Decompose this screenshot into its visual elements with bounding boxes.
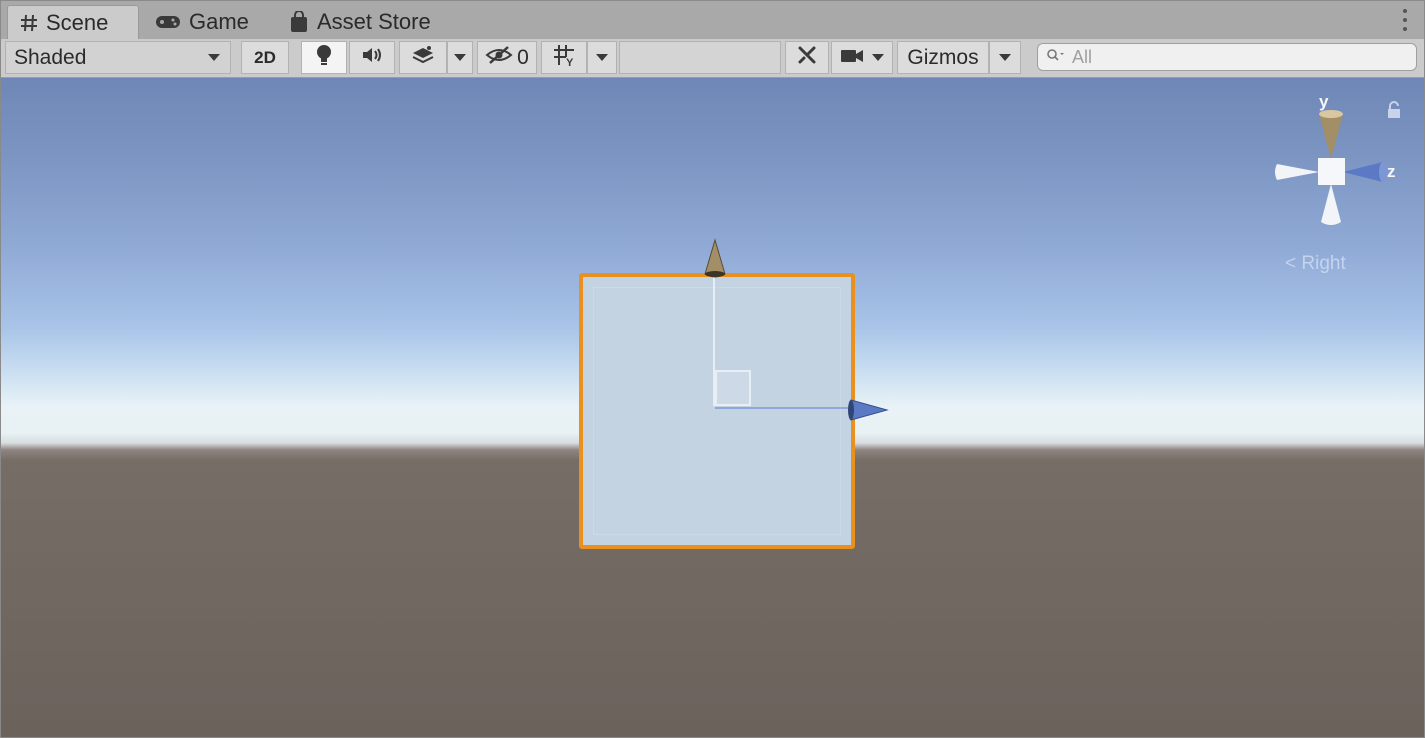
tab-asset-store-label: Asset Store xyxy=(317,9,431,34)
free-move-handle[interactable] xyxy=(715,370,751,406)
shopping-bag-icon xyxy=(289,11,309,33)
effects-dropdown[interactable] xyxy=(447,41,473,74)
tab-asset-store[interactable]: Asset Store xyxy=(289,5,469,39)
scene-viewport[interactable]: y z < Right xyxy=(1,78,1424,737)
x-axis-handle-line xyxy=(715,407,849,409)
draw-mode-value: Shaded xyxy=(14,45,87,69)
tab-game-label: Game xyxy=(189,9,249,34)
gizmos-dropdown[interactable] xyxy=(989,41,1021,74)
speaker-icon xyxy=(360,46,384,70)
layers-effects-icon xyxy=(411,45,435,71)
search-input[interactable] xyxy=(1072,46,1392,68)
scene-window: Scene Game Asset Store Shaded 2D 0 Y Giz… xyxy=(0,0,1425,738)
scene-toolbar: Shaded 2D 0 Y Gizmos All xyxy=(1,39,1424,78)
view-orientation-label[interactable]: < Right xyxy=(1285,253,1346,275)
scene-audio-toggle[interactable] xyxy=(349,41,395,74)
hash-icon xyxy=(20,14,38,32)
2d-mode-label: 2D xyxy=(254,47,276,67)
grid-dropdown[interactable] xyxy=(587,41,617,74)
eye-slash-icon xyxy=(485,45,513,71)
scene-tools-button[interactable] xyxy=(785,41,829,74)
search-icon xyxy=(1046,48,1066,67)
hidden-object-count: 0 xyxy=(517,45,529,69)
gizmo-z-label: z xyxy=(1387,162,1396,181)
svg-text:Y: Y xyxy=(566,57,574,67)
lock-icon[interactable] xyxy=(1385,100,1403,120)
chevron-down-icon xyxy=(999,54,1011,61)
scene-lighting-toggle[interactable] xyxy=(301,41,347,74)
scene-effects-toggle[interactable] xyxy=(399,41,447,74)
grid-icon: Y xyxy=(552,43,576,73)
draw-mode-dropdown[interactable]: Shaded xyxy=(5,41,231,74)
tab-game[interactable]: Game xyxy=(155,5,275,39)
scene-search xyxy=(1037,43,1417,71)
scene-camera-dropdown[interactable] xyxy=(831,41,893,74)
toolbar-spacer xyxy=(619,41,781,74)
y-axis-arrow-icon[interactable] xyxy=(701,238,729,280)
gizmo-y-label: y xyxy=(1319,92,1329,111)
lightbulb-icon xyxy=(316,44,332,72)
chevron-down-icon xyxy=(872,54,884,61)
axis-cones-icon xyxy=(1275,110,1387,225)
scene-visibility-toggle[interactable]: 0 xyxy=(477,41,537,74)
orientation-gizmo[interactable]: y z xyxy=(1271,92,1401,234)
2d-mode-button[interactable]: 2D xyxy=(241,41,289,74)
tab-bar: Scene Game Asset Store xyxy=(1,1,1424,39)
tab-scene[interactable]: Scene xyxy=(7,5,139,39)
chevron-down-icon xyxy=(454,54,466,61)
camera-icon xyxy=(840,46,864,70)
selected-cube[interactable] xyxy=(579,273,855,549)
gizmos-toggle[interactable]: Gizmos xyxy=(897,41,989,74)
grid-toggle[interactable]: Y xyxy=(541,41,587,74)
gizmos-label: Gizmos xyxy=(907,45,979,69)
tab-scene-label: Scene xyxy=(46,9,109,35)
x-axis-arrow-icon[interactable] xyxy=(847,396,889,424)
gamepad-icon xyxy=(155,15,181,29)
cube-face xyxy=(593,287,841,535)
tools-icon xyxy=(796,44,818,72)
more-options-icon[interactable] xyxy=(1400,9,1410,31)
chevron-down-icon xyxy=(596,54,608,61)
chevron-down-icon xyxy=(208,54,220,61)
